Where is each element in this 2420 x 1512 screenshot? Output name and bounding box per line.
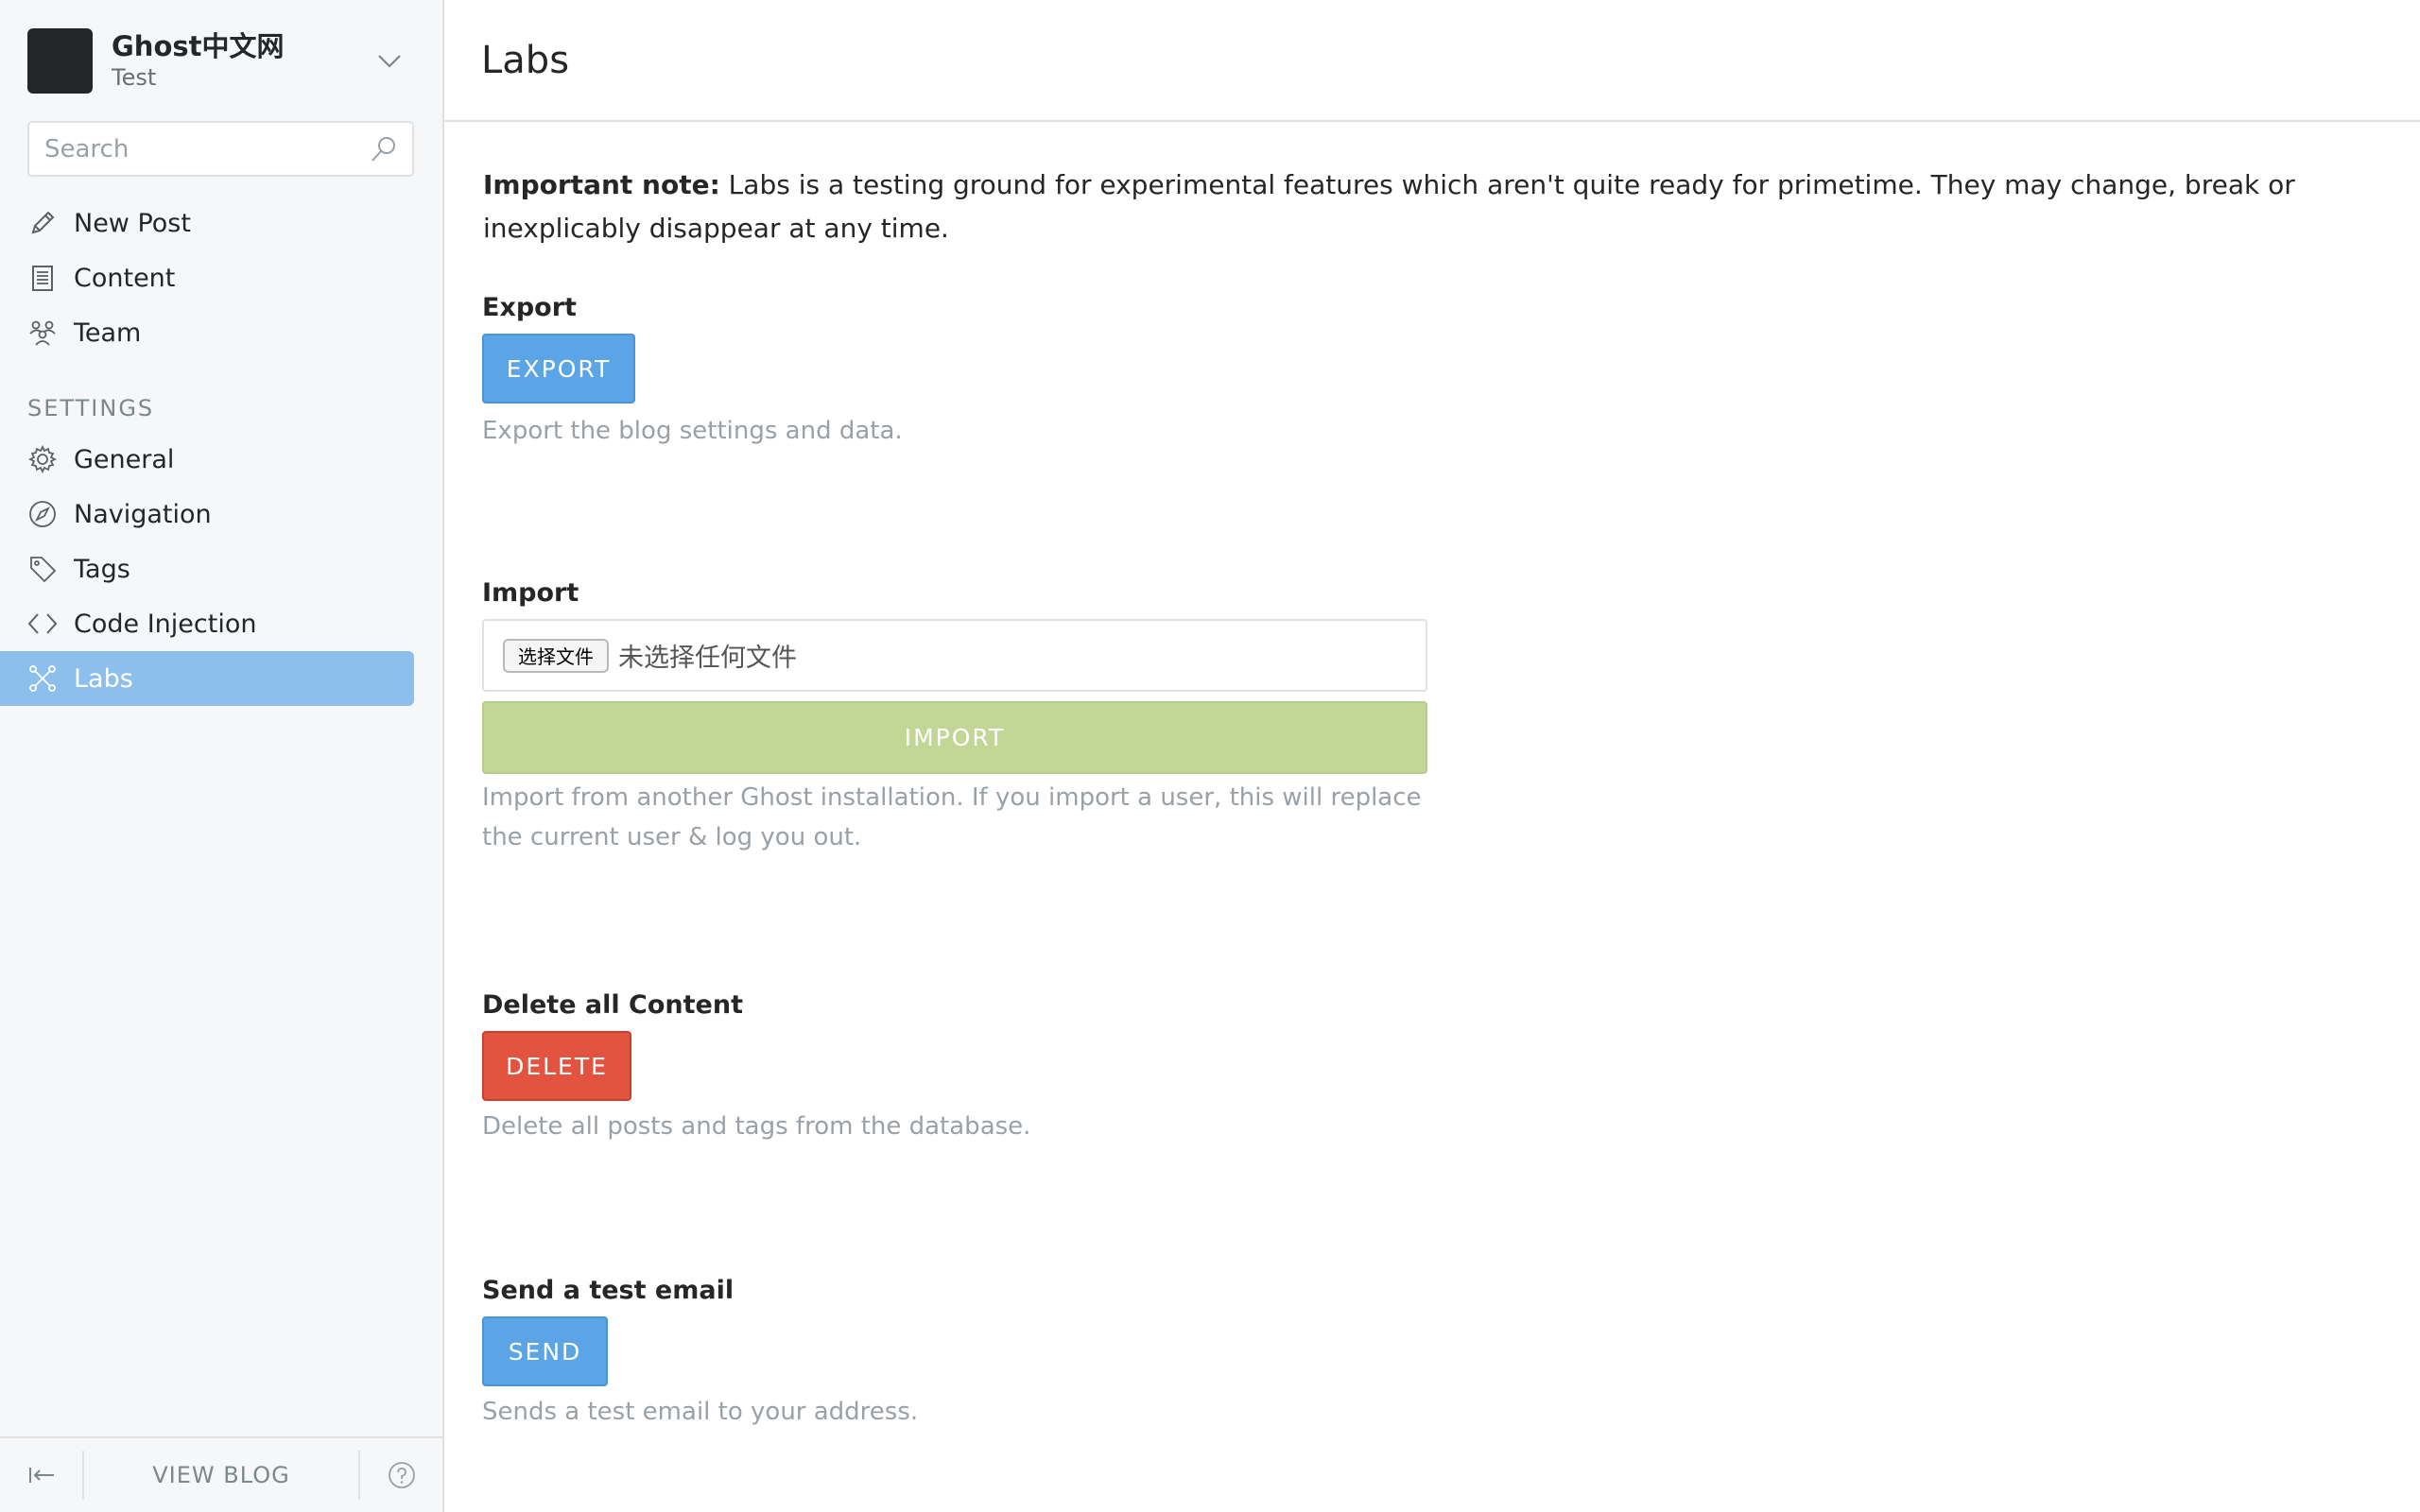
export-section: Export EXPORT Export the blog settings a… [482,293,903,451]
labs-icon [29,665,56,692]
sidebar-item-new-post[interactable]: New Post [0,196,414,250]
tag-icon [30,557,57,583]
code-icon [27,613,58,634]
sidebar-item-code-injection[interactable]: Code Injection [0,596,414,651]
page-title: Labs [481,38,570,82]
delete-label: Delete all Content [482,990,743,1020]
choose-file-button[interactable]: 选择文件 [503,638,609,673]
main-content: Labs Important note: Labs is a testing g… [444,0,2420,1512]
collapse-arrow-icon [28,1468,54,1483]
blog-menu-toggle[interactable]: Ghost中文网 Test [27,27,415,94]
sidebar-item-label: New Post [74,208,191,238]
import-label: Import [482,578,579,608]
delete-button[interactable]: DELETE [482,1031,631,1101]
search-input[interactable] [29,123,369,175]
settings-nav: General Navigation Tags Code Injection L… [0,432,444,706]
delete-help: Delete all posts and tags from the datab… [482,1112,1031,1141]
sidebar-item-label: Code Injection [74,609,257,639]
view-blog-link[interactable]: VIEW BLOG [84,1462,358,1488]
send-button[interactable]: SEND [482,1316,608,1386]
blog-user-name: Test [112,64,157,91]
sidebar-item-label: General [74,444,175,474]
search-icon[interactable] [369,134,399,164]
sidebar-item-tags[interactable]: Tags [0,541,414,596]
email-label: Send a test email [482,1276,735,1305]
sidebar-item-team[interactable]: Team [0,305,414,360]
collapse-sidebar-button[interactable] [0,1451,84,1500]
import-button[interactable]: IMPORT [482,701,1427,774]
sidebar-item-label: Team [74,318,142,348]
sidebar-item-content[interactable]: Content [0,250,414,305]
sidebar: Ghost中文网 Test New Post [0,0,444,1512]
delete-section: Delete all Content DELETE Delete all pos… [482,990,1030,1146]
sidebar-item-labs[interactable]: Labs [0,651,414,706]
help-button[interactable] [358,1451,442,1500]
sidebar-item-label: Navigation [74,499,212,529]
sidebar-footer: VIEW BLOG [0,1436,442,1512]
email-section: Send a test email SEND Sends a test emai… [482,1276,918,1432]
sidebar-item-general[interactable]: General [0,432,414,487]
labs-content: Important note: Labs is a testing ground… [444,122,2420,250]
help-icon [388,1462,415,1488]
sidebar-item-label: Content [74,263,176,293]
important-note: Important note: Labs is a testing ground… [483,163,2382,250]
blog-info: Ghost中文网 Test [112,29,285,92]
sidebar-item-label: Tags [74,554,130,584]
sidebar-item-navigation[interactable]: Navigation [0,487,414,541]
chevron-down-icon[interactable] [375,46,404,75]
import-help: Import from another Ghost installation. … [482,783,1422,851]
page-header: Labs [444,0,2420,122]
app-root: Ghost中文网 Test New Post [0,0,2420,1512]
email-help: Sends a test email to your address. [482,1398,919,1426]
note-text: Labs is a testing ground for experimenta… [483,169,2295,244]
compass-icon [29,501,56,527]
team-icon [29,320,56,346]
note-label: Important note: [483,169,720,200]
settings-heading: SETTINGS [27,395,155,421]
import-section: Import 选择文件 未选择任何文件 IMPORT Import from a… [482,578,1427,857]
file-status: 未选择任何文件 [618,644,797,673]
export-button[interactable]: EXPORT [482,334,635,404]
blog-logo [27,27,93,94]
content-icon [32,266,53,291]
search-box [27,121,414,177]
blog-title: Ghost中文网 [112,30,285,62]
pencil-icon [31,211,55,234]
export-help: Export the blog settings and data. [482,417,903,445]
gear-icon [27,444,58,474]
file-input[interactable]: 选择文件 未选择任何文件 [482,619,1427,692]
main-nav: New Post Content Team [0,196,444,360]
export-label: Export [482,293,577,322]
sidebar-item-label: Labs [74,663,133,694]
